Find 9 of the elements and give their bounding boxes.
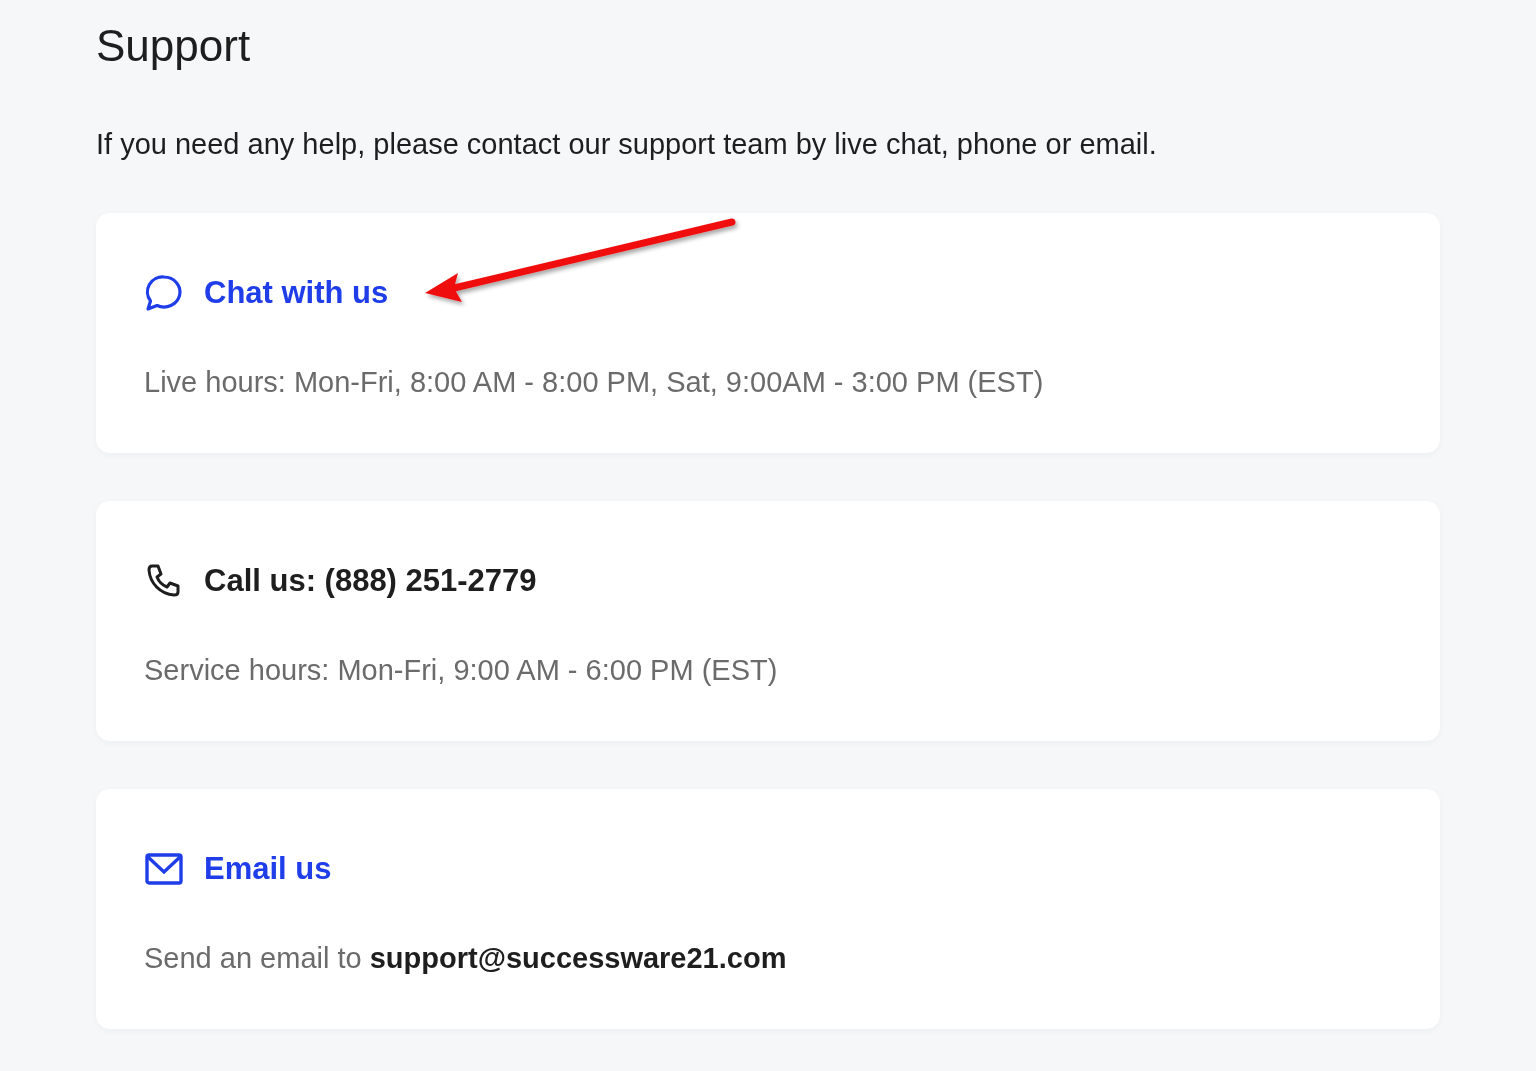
- intro-text: If you need any help, please contact our support team by live chat, phone or email.: [96, 127, 1158, 162]
- contact-link[interactable]: Chat with us: [204, 275, 389, 311]
- page-title: Support: [96, 20, 252, 72]
- contact-info-text: Live hours: Mon-Fri, 8:00 AM - 8:00 PM, Sat, 9:00AM - 3:00 PM (EST): [144, 365, 1045, 400]
- chat-bubble-icon: [144, 273, 184, 313]
- contact-info-text: Send an email to support@successware21.com: [144, 941, 788, 976]
- contact-link[interactable]: Email us: [204, 851, 332, 887]
- contact-info-text: Service hours: Mon-Fri, 9:00 AM - 6:00 PM (EST): [144, 653, 779, 688]
- contact-heading: Call us: (888) 251-2779: [204, 563, 537, 599]
